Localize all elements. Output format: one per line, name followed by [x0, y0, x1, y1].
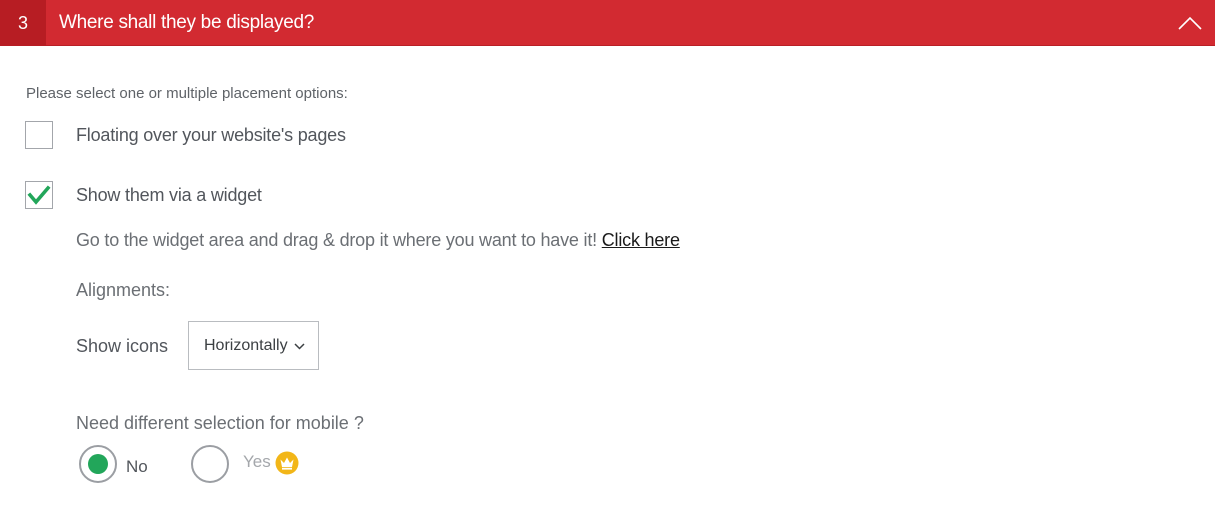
widget-checkbox[interactable]	[25, 181, 53, 209]
floating-label: Floating over your website's pages	[76, 124, 346, 145]
option-floating[interactable]: Floating over your website's pages	[25, 121, 346, 149]
instruction-text: Please select one or multiple placement …	[26, 85, 348, 102]
widget-hint: Go to the widget area and drag & drop it…	[76, 230, 680, 251]
widget-hint-text: Go to the widget area and drag & drop it…	[76, 230, 597, 250]
option-widget[interactable]: Show them via a widget	[25, 181, 262, 209]
radio-yes-label: Yes	[243, 452, 271, 471]
radio-no-label: No	[126, 457, 148, 476]
show-icons-select[interactable]: Horizontally	[188, 321, 319, 370]
chevron-up-icon	[1178, 16, 1202, 30]
radio-yes[interactable]	[191, 445, 229, 483]
section-header[interactable]: 3 Where shall they be displayed?	[0, 0, 1215, 46]
floating-checkbox[interactable]	[25, 121, 53, 149]
radio-no[interactable]	[79, 445, 117, 483]
show-icons-value: Horizontally	[204, 336, 288, 354]
chevron-down-icon	[294, 343, 305, 350]
widget-label: Show them via a widget	[76, 184, 262, 205]
crown-icon	[275, 451, 299, 475]
alignments-label: Alignments:	[76, 280, 171, 300]
click-here-link[interactable]: Click here	[602, 230, 680, 250]
show-icons-label: Show icons	[76, 336, 169, 356]
checkmark-icon	[27, 185, 51, 205]
mobile-radio-yes[interactable]: Yes	[191, 445, 299, 483]
collapse-button[interactable]	[1175, 8, 1205, 38]
mobile-question: Need different selection for mobile ?	[76, 413, 364, 433]
mobile-radio-no[interactable]: No	[79, 445, 148, 483]
section-title: Where shall they be displayed?	[59, 12, 315, 33]
step-number: 3	[0, 0, 46, 46]
